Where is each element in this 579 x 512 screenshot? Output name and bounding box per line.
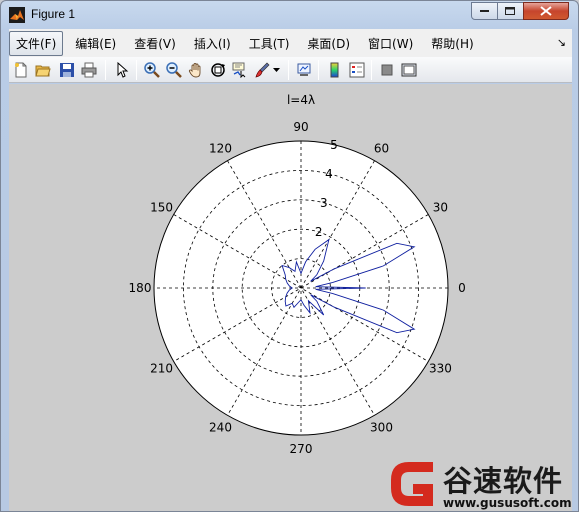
menu-desktop[interactable]: 桌面(D) (301, 32, 356, 55)
toolbar-separator (136, 60, 137, 80)
figure-canvas: l=4λ 0 30 60 90 120 150 180 210 240 270 300 330 2 3 4 5 (9, 84, 572, 511)
angle-tick-label: 150 (150, 201, 173, 215)
pan-hand-icon[interactable] (186, 60, 206, 80)
polar-plot: l=4λ 0 30 60 90 120 150 180 210 240 270 300 330 2 3 4 5 (129, 93, 466, 456)
maximize-icon (505, 6, 515, 15)
menu-file[interactable]: 文件(F) (9, 30, 64, 56)
angle-tick-label: 90 (293, 120, 308, 134)
watermark: 谷速软件 www.gususoft.com (377, 454, 578, 511)
angle-tick-label: 180 (129, 281, 152, 295)
radial-tick-label: 3 (320, 196, 328, 210)
toolbar-separator (318, 60, 319, 80)
matlab-logo-icon (9, 7, 25, 23)
angle-tick-label: 0 (458, 281, 466, 295)
save-icon[interactable] (57, 60, 77, 80)
angle-tick-label: 30 (433, 201, 448, 215)
legend-icon[interactable] (347, 60, 367, 80)
minimize-button[interactable] (471, 2, 498, 20)
radial-tick-label: 2 (315, 225, 323, 239)
hide-plot-tools-icon[interactable] (377, 60, 397, 80)
toolbar-separator (105, 60, 106, 80)
angle-tick-label: 300 (370, 420, 393, 434)
zoom-out-icon[interactable] (164, 60, 184, 80)
maximize-button[interactable] (497, 2, 524, 20)
menu-bar: 文件(F) 编辑(E) 查看(V) 插入(I) 工具(T) 桌面(D) 窗口(W… (9, 29, 572, 57)
colorbar-icon[interactable] (325, 60, 345, 80)
show-plot-tools-icon[interactable] (399, 60, 419, 80)
radial-tick-label: 5 (330, 138, 338, 152)
close-icon (540, 6, 552, 16)
menu-help[interactable]: 帮助(H) (425, 32, 479, 55)
toolbar-separator (371, 60, 372, 80)
menu-edit[interactable]: 编辑(E) (69, 32, 122, 55)
menu-window[interactable]: 窗口(W) (362, 32, 419, 55)
rotate-3d-icon[interactable] (208, 60, 228, 80)
menu-insert[interactable]: 插入(I) (188, 32, 237, 55)
window-title: Figure 1 (31, 7, 76, 21)
figure-window: Figure 1 文件(F) 编辑(E) 查看(V) 插入(I) 工具(T) 桌… (0, 0, 579, 512)
angle-tick-label: 240 (209, 420, 232, 434)
brush-dropdown-icon[interactable] (272, 60, 282, 80)
watermark-title: 谷速软件 (443, 464, 564, 498)
zoom-in-icon[interactable] (142, 60, 162, 80)
menu-tools[interactable]: 工具(T) (243, 32, 296, 55)
dock-arrow-icon[interactable]: ↘ (557, 36, 566, 49)
open-file-icon[interactable] (33, 60, 53, 80)
radial-tick-label: 4 (325, 167, 333, 181)
menu-view[interactable]: 查看(V) (128, 32, 182, 55)
angle-tick-label: 210 (150, 362, 173, 376)
print-icon[interactable] (79, 60, 99, 80)
angle-tick-label: 270 (290, 442, 313, 456)
angle-tick-label: 330 (429, 362, 452, 376)
minimize-icon (479, 10, 489, 12)
toolbar-separator (288, 60, 289, 80)
plot-title: l=4λ (287, 93, 315, 107)
figure-toolbar (9, 57, 572, 83)
angle-tick-label: 120 (209, 142, 232, 156)
link-plot-icon[interactable] (294, 60, 314, 80)
watermark-url: www.gususoft.com (443, 496, 572, 510)
close-button[interactable] (523, 2, 569, 20)
data-cursor-icon[interactable] (230, 60, 250, 80)
new-figure-icon[interactable] (11, 60, 31, 80)
angle-tick-label: 60 (374, 142, 389, 156)
title-bar[interactable]: Figure 1 (1, 1, 578, 29)
edit-plot-arrow-icon[interactable] (112, 60, 132, 80)
gususoft-logo-icon (391, 462, 433, 506)
brush-icon[interactable] (252, 60, 272, 80)
